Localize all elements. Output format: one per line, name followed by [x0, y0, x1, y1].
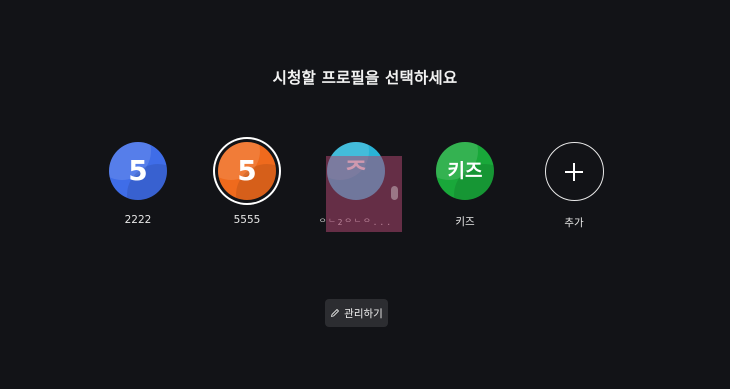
avatar-glyph: 키즈: [447, 159, 483, 182]
plus-icon: [565, 162, 583, 181]
overlay-handle: [391, 186, 398, 200]
profile-name: 키즈: [455, 216, 475, 228]
add-profile-label: 추가: [564, 217, 584, 229]
manage-profiles-button[interactable]: 관리하기: [325, 299, 388, 327]
add-profile-button[interactable]: [544, 142, 604, 201]
add-profile-card[interactable]: 추가: [524, 142, 624, 230]
profile-avatar[interactable]: 키즈: [436, 142, 494, 200]
profile-name: 2222: [124, 214, 152, 226]
page-title: 시청할 프로필을 선택하세요: [272, 69, 458, 87]
profile-name: 5555: [233, 214, 261, 226]
pencil-icon: [331, 309, 340, 317]
manage-button-label: 관리하기: [344, 307, 383, 320]
profile-card-5555[interactable]: 5 5555: [197, 142, 297, 226]
profile-avatar-selected[interactable]: 5: [218, 142, 276, 200]
profile-avatar[interactable]: 5: [109, 142, 167, 200]
profile-select-page: 시청할 프로필을 선택하세요 5 2222 5 5555 ᄌ ᄋᄂ2ᄋᄂᄋ...…: [0, 0, 730, 389]
avatar-glyph: 5: [237, 154, 257, 187]
profile-card-2222[interactable]: 5 2222: [88, 142, 188, 226]
avatar-glyph: 5: [128, 154, 148, 187]
profile-card-kids[interactable]: 키즈 키즈: [415, 142, 515, 229]
